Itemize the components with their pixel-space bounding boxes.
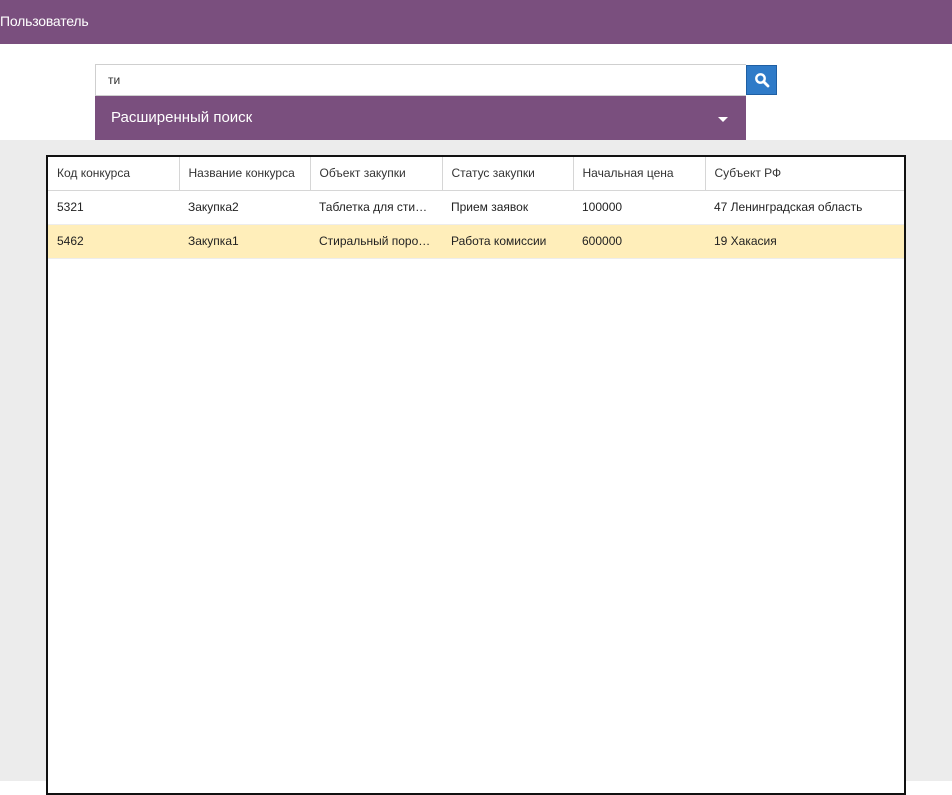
- cell-name: Закупка2: [179, 190, 310, 225]
- cell-object: Стиральный порошок: [310, 224, 442, 259]
- search-icon: [754, 73, 769, 88]
- column-header-region[interactable]: Субъект РФ: [705, 157, 904, 191]
- search-input[interactable]: [95, 64, 746, 96]
- advanced-search-toggle[interactable]: Расширенный поиск: [95, 96, 746, 140]
- search-button[interactable]: [746, 65, 777, 95]
- top-bar: Пользователь: [0, 0, 952, 44]
- search-area: Расширенный поиск: [0, 44, 952, 140]
- cell-code: 5321: [48, 190, 179, 225]
- cell-name: Закупка1: [179, 224, 310, 259]
- cell-price: 100000: [573, 190, 705, 225]
- column-header-code[interactable]: Код конкурса: [48, 157, 180, 191]
- table-header-row: Код конкурса Название конкурса Объект за…: [48, 157, 904, 191]
- column-header-object[interactable]: Объект закупки: [310, 157, 443, 191]
- cell-region: 47 Ленинградская область: [705, 190, 904, 225]
- cell-price: 600000: [573, 224, 705, 259]
- column-header-price[interactable]: Начальная цена: [573, 157, 706, 191]
- table-row[interactable]: 5321 Закупка2 Таблетка для стирки Прием …: [48, 190, 904, 225]
- column-header-name[interactable]: Название конкурса: [179, 157, 311, 191]
- cell-code: 5462: [48, 224, 179, 259]
- cell-object: Таблетка для стирки: [310, 190, 442, 225]
- page-title: Пользователь: [0, 13, 89, 29]
- caret-down-icon: [718, 117, 728, 122]
- cell-status: Работа комиссии: [442, 224, 573, 259]
- column-header-status[interactable]: Статус закупки: [442, 157, 574, 191]
- table-row-selected[interactable]: 5462 Закупка1 Стиральный порошок Работа …: [48, 224, 904, 259]
- cell-status: Прием заявок: [442, 190, 573, 225]
- advanced-search-label: Расширенный поиск: [111, 109, 253, 126]
- cell-region: 19 Хакасия: [705, 224, 904, 259]
- purchases-table: Код конкурса Название конкурса Объект за…: [46, 155, 906, 795]
